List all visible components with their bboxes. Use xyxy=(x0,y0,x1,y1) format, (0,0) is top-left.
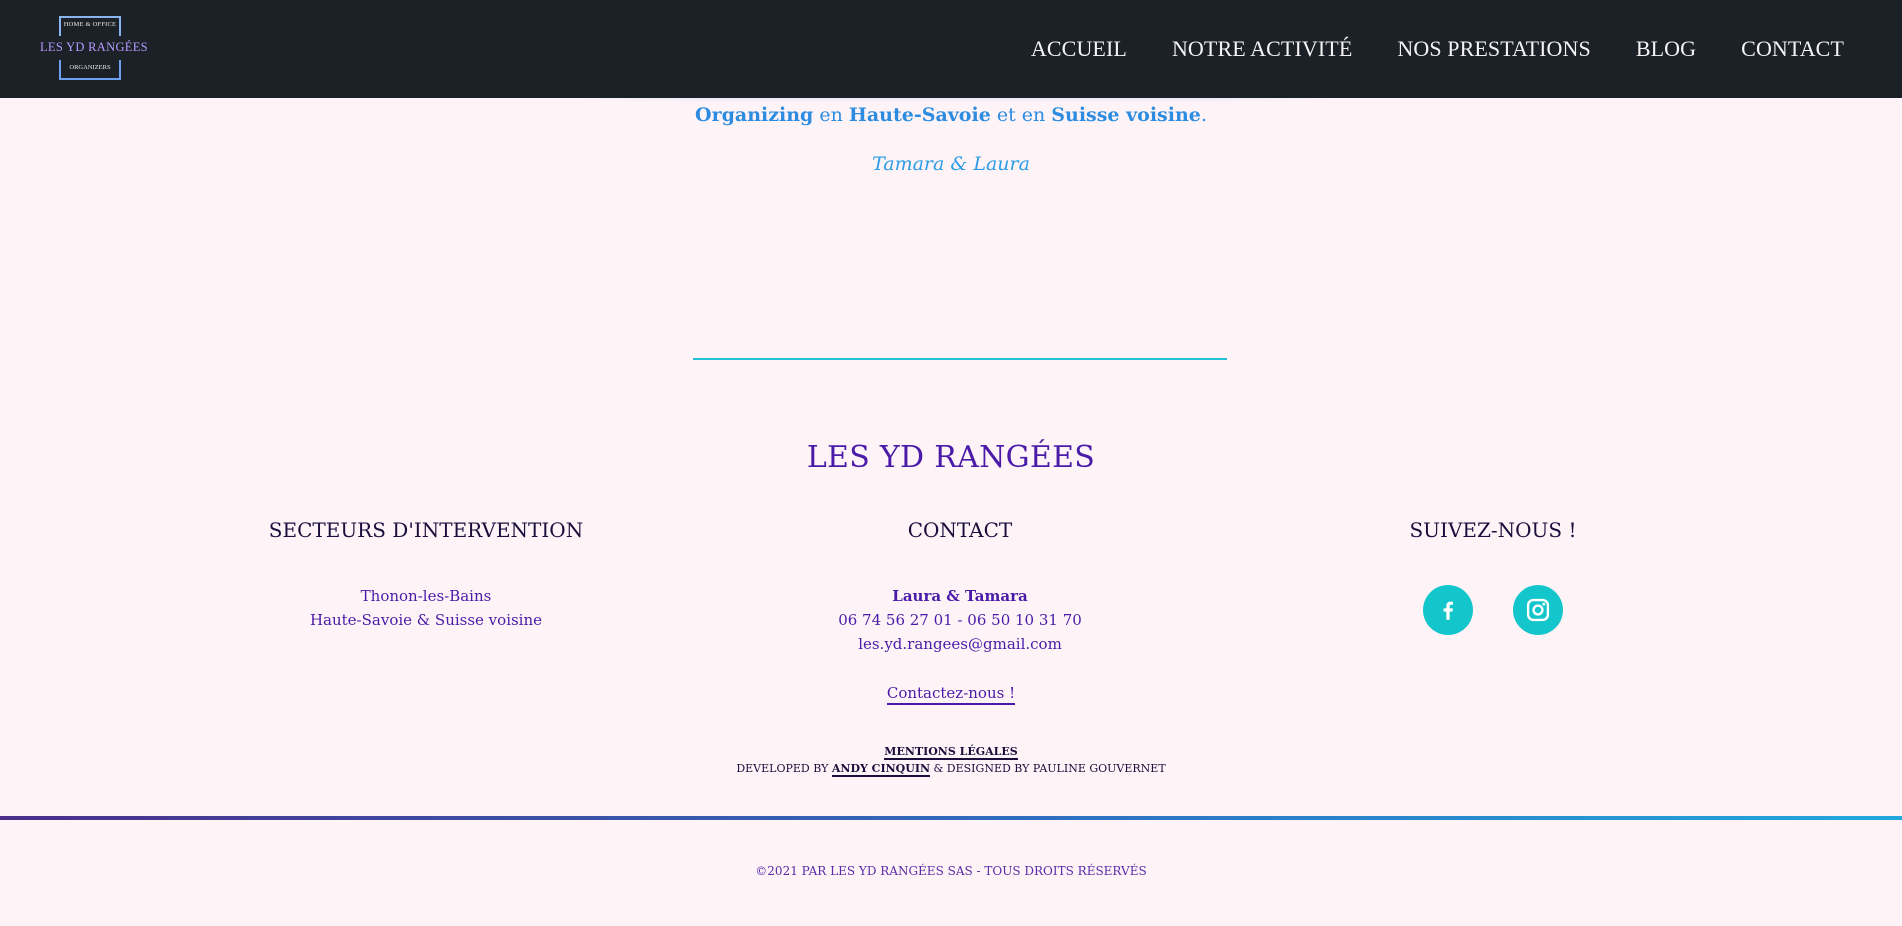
section-divider xyxy=(693,358,1227,360)
copyright-text: ©2021 PAR LES YD RANGÉES SAS - TOUS DROI… xyxy=(755,864,1147,878)
main-nav: ACCUEIL NOTRE ACTIVITÉ NOS PRESTATIONS B… xyxy=(1031,0,1844,98)
page: HOME & OFFICE LES YD RANGÉES ORGANIZERS … xyxy=(0,0,1902,926)
footer-brand-title: LES YD RANGÉES xyxy=(806,440,1096,475)
instagram-button[interactable] xyxy=(1513,585,1563,635)
intro-signature: Tamara & Laura xyxy=(872,153,1030,175)
logo-wordmark: LES YD RANGÉES xyxy=(40,40,148,54)
contact-phones[interactable]: 06 74 56 27 01 - 06 50 10 31 70 xyxy=(760,608,1160,632)
intro-connector-1: en xyxy=(813,104,849,126)
intro-connector-2: et en xyxy=(990,104,1052,126)
nav-notre-activite[interactable]: NOTRE ACTIVITÉ xyxy=(1172,36,1352,62)
legal-mentions: MENTIONS LÉGALES xyxy=(0,745,1902,760)
footer-gradient-bar xyxy=(0,816,1902,820)
facebook-button[interactable] xyxy=(1423,585,1473,635)
site-header: HOME & OFFICE LES YD RANGÉES ORGANIZERS … xyxy=(0,0,1902,98)
nav-contact[interactable]: CONTACT xyxy=(1741,36,1844,62)
credits-suffix: & DESIGNED BY PAULINE GOUVERNET xyxy=(930,762,1166,775)
sectors-heading: SECTEURS D'INTERVENTION xyxy=(268,518,584,542)
developer-link[interactable]: ANDY CINQUIN xyxy=(831,762,931,777)
sectors-line-1: Thonon-les-Bains xyxy=(360,587,492,605)
sectors-line-2: Haute-Savoie & Suisse voisine xyxy=(309,611,543,629)
intro-text: Organizing en Haute-Savoie et en Suisse … xyxy=(0,104,1902,126)
contact-heading: CONTACT xyxy=(907,518,1013,542)
legal-mentions-link[interactable]: MENTIONS LÉGALES xyxy=(884,745,1018,760)
credits-prefix: DEVELOPED BY xyxy=(736,762,832,775)
nav-accueil[interactable]: ACCUEIL xyxy=(1031,36,1127,62)
facebook-icon xyxy=(1443,601,1453,620)
contact-us-link[interactable]: Contactez-nous ! xyxy=(886,684,1016,705)
intro-haute-savoie: Haute-Savoie xyxy=(848,104,991,126)
nav-blog[interactable]: BLOG xyxy=(1636,36,1696,62)
credits: DEVELOPED BY ANDY CINQUIN & DESIGNED BY … xyxy=(0,762,1902,777)
nav-nos-prestations[interactable]: NOS PRESTATIONS xyxy=(1397,36,1591,62)
site-logo[interactable]: HOME & OFFICE LES YD RANGÉES ORGANIZERS xyxy=(40,16,148,80)
intro-suisse-voisine: Suisse voisine xyxy=(1051,104,1201,126)
follow-heading: SUIVEZ-NOUS ! xyxy=(1409,518,1577,542)
intro-organizing: Organizing xyxy=(695,104,814,126)
contact-email[interactable]: les.yd.rangees@gmail.com xyxy=(760,632,1160,656)
contact-names-text: Laura & Tamara xyxy=(892,587,1028,605)
logo-tagline-top: HOME & OFFICE xyxy=(63,21,117,28)
contact-link-wrapper: Contactez-nous ! xyxy=(0,683,1902,705)
contact-names: Laura & Tamara xyxy=(760,584,1160,608)
instagram-icon xyxy=(1526,598,1550,622)
logo-tagline-bottom: ORGANIZERS xyxy=(69,64,111,71)
intro-period: . xyxy=(1200,104,1207,126)
